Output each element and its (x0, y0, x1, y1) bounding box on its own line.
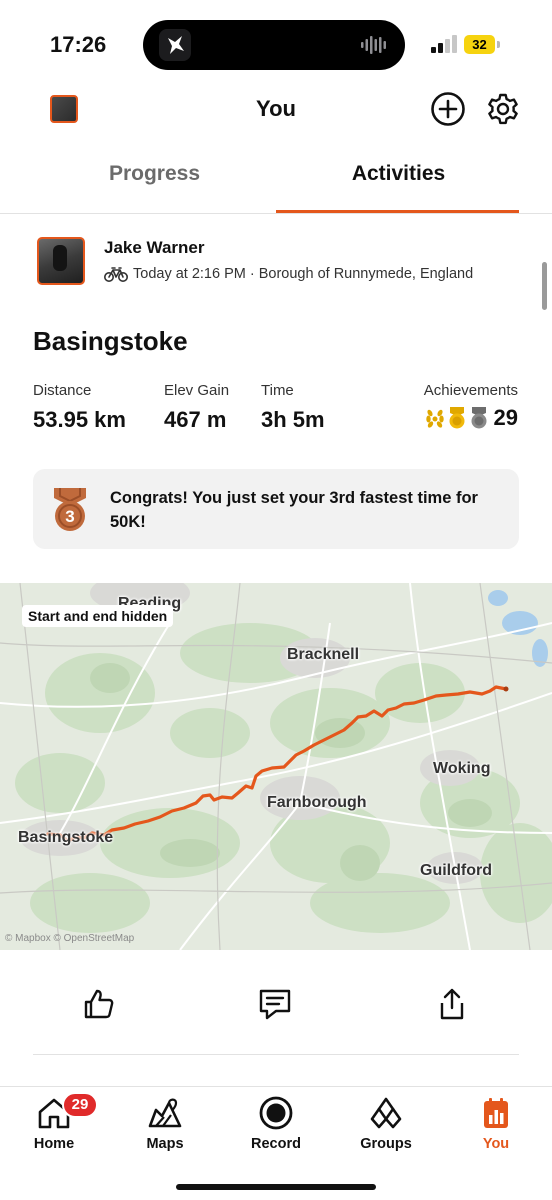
bronze-medal-icon: 3 (54, 488, 86, 531)
dynamic-island[interactable] (143, 20, 405, 70)
stat-time: Time 3h 5m (261, 382, 325, 433)
stat-label: Distance (33, 382, 92, 399)
add-icon[interactable] (430, 91, 466, 127)
settings-gear-icon[interactable] (484, 90, 522, 128)
record-icon (259, 1096, 293, 1130)
nav-label: Record (251, 1136, 301, 1152)
map-label-basingstoke: Basingstoke (18, 829, 114, 846)
stat-value: 53.95 km (33, 407, 126, 432)
athlete-name[interactable]: Jake Warner (104, 238, 204, 258)
tab-progress[interactable]: Progress (32, 162, 277, 186)
nav-item-home[interactable]: 29 Home (9, 1092, 99, 1152)
nav-item-record[interactable]: Record (231, 1095, 321, 1152)
stat-label: Time (261, 382, 294, 399)
achievement-count: 29 (493, 405, 518, 430)
scrollbar[interactable] (542, 262, 547, 310)
stat-achievements[interactable]: Achievements 29 (424, 382, 518, 431)
map-label-farnborough: Farnborough (267, 794, 367, 811)
battery-level: 32 (464, 35, 495, 54)
notification-badge: 29 (62, 1092, 98, 1118)
nav-item-you[interactable]: You (451, 1095, 541, 1152)
stat-label: Achievements (423, 382, 518, 399)
route-map[interactable]: Reading Bracknell Woking Farnborough Bas… (0, 583, 552, 950)
map-label-woking: Woking (433, 760, 491, 777)
battery-icon: 32 (464, 35, 500, 54)
stat-value: 467 m (164, 407, 227, 432)
congrats-message: Congrats! You just set your 3rd fastest … (110, 489, 478, 531)
medal-number: 3 (65, 507, 74, 526)
activity-title[interactable]: Basingstoke (33, 326, 188, 357)
comment-icon[interactable] (257, 986, 293, 1022)
segment-medal-icon (471, 407, 487, 429)
cellular-signal-icon (431, 35, 457, 53)
map-label-bracknell: Bracknell (287, 646, 360, 663)
page-title: You (256, 96, 296, 121)
achievement-banner[interactable]: 3 Congrats! You just set your 3rd fastes… (33, 469, 519, 549)
activity-meta: Today at 2:16 PM · Borough of Runnymede,… (104, 265, 473, 283)
bike-icon (104, 267, 128, 282)
stat-value: 3h 5m (261, 407, 325, 432)
nav-item-groups[interactable]: Groups (341, 1095, 431, 1152)
status-time: 17:26 (50, 32, 107, 57)
audio-wave-icon (361, 36, 386, 54)
nav-label: Maps (146, 1136, 184, 1152)
start-end-hidden-badge: Start and end hidden (22, 605, 174, 627)
nav-label: Home (33, 1136, 75, 1152)
app-header: You (0, 88, 552, 130)
map-attribution[interactable]: © Mapbox © OpenStreetMap (5, 933, 134, 944)
nav-label: Groups (360, 1136, 412, 1152)
activity-date-location: Today at 2:16 PM · Borough of Runnymede,… (133, 266, 474, 282)
active-tab-indicator (276, 210, 519, 213)
nav-item-maps[interactable]: Maps (120, 1095, 210, 1152)
gold-medal-icon (449, 407, 465, 429)
profile-tabs: Progress Activities (0, 150, 552, 214)
stat-distance: Distance 53.95 km (33, 382, 126, 433)
divider (33, 1054, 519, 1055)
status-bar: 17:26 32 (0, 0, 552, 88)
island-app-icon (159, 29, 191, 61)
home-indicator[interactable] (176, 1184, 376, 1190)
activity-actions (0, 980, 552, 1032)
athlete-avatar[interactable] (37, 237, 85, 285)
groups-icon (370, 1097, 402, 1129)
you-icon (484, 1098, 508, 1128)
nav-label: You (482, 1136, 510, 1152)
maps-icon (148, 1098, 182, 1128)
kudos-thumbs-up-icon[interactable] (81, 986, 117, 1022)
bottom-navigation: 29 Home Maps Record Groups You (0, 1086, 552, 1200)
tab-activities[interactable]: Activities (276, 162, 521, 186)
stat-elevation-gain: Elev Gain 467 m (164, 382, 229, 433)
laurel-icon (425, 409, 444, 428)
map-label-guildford: Guildford (420, 862, 492, 879)
stat-label: Elev Gain (164, 382, 230, 399)
share-icon[interactable] (434, 986, 470, 1022)
